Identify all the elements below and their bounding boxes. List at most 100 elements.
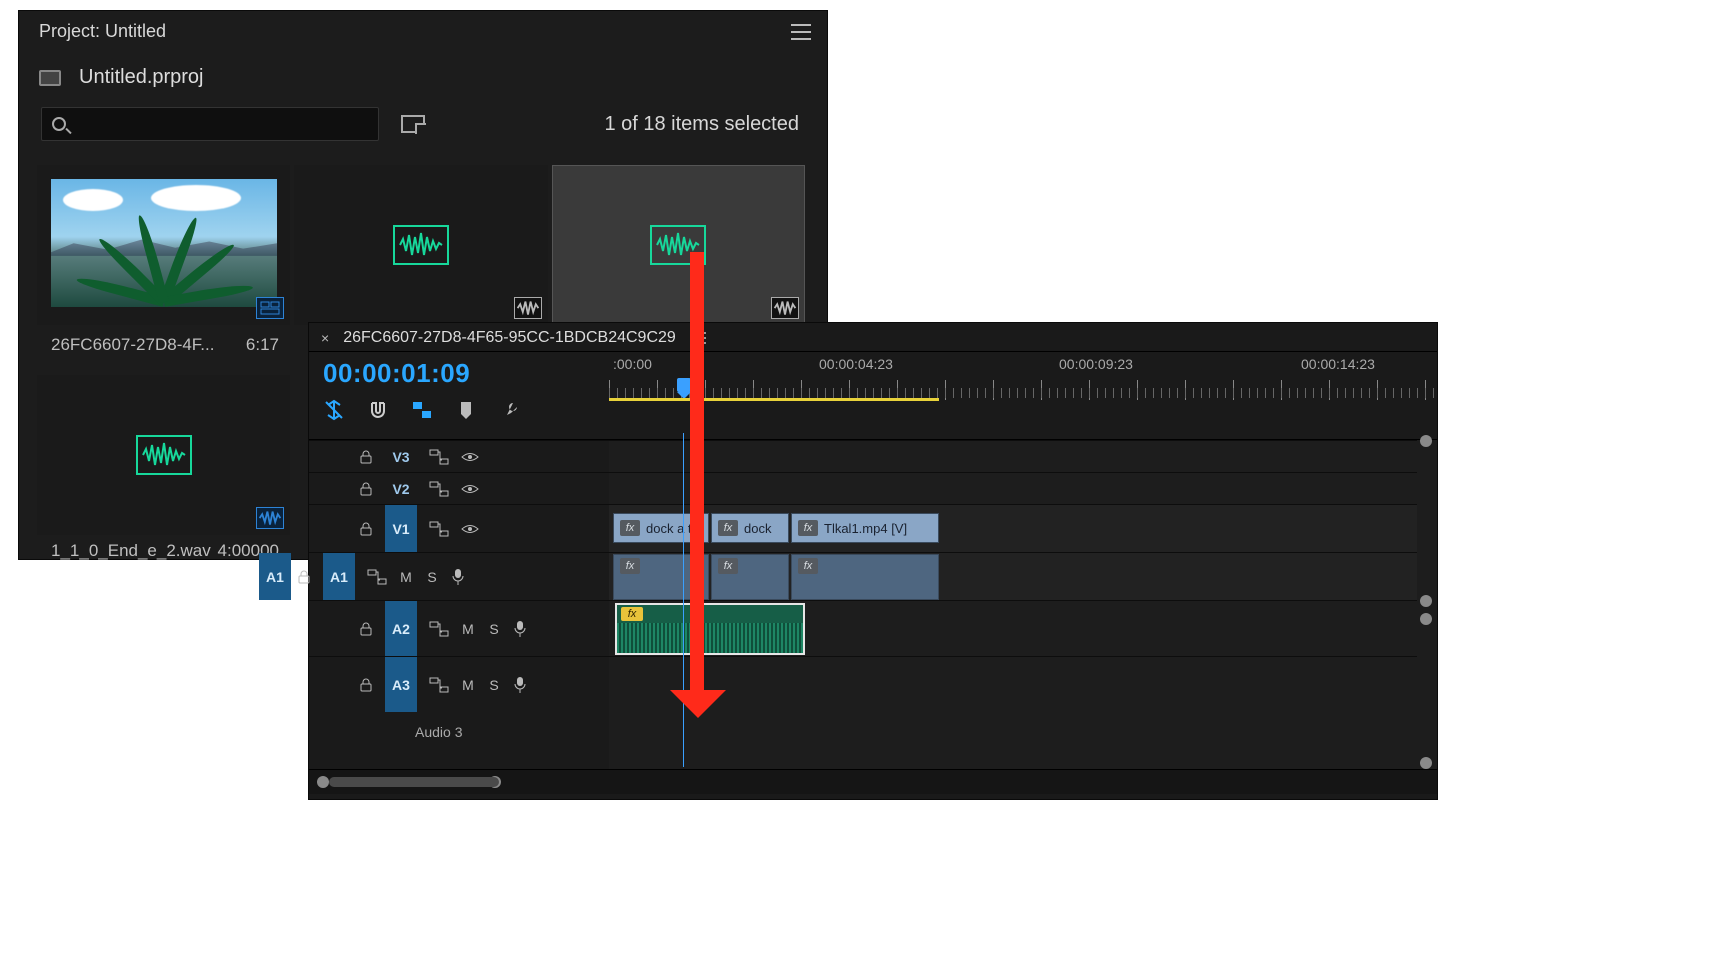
- close-tab-icon[interactable]: ×: [321, 330, 329, 346]
- zoom-handle-left[interactable]: [317, 776, 329, 788]
- vertical-zoom-scroll[interactable]: [1419, 435, 1433, 769]
- clip-label: Tlkal1.mp4 [V]: [824, 521, 907, 536]
- panel-menu-icon[interactable]: [791, 24, 811, 40]
- track-name-a3: Audio 3: [359, 724, 609, 740]
- track-label[interactable]: V1: [385, 505, 417, 552]
- bin-item-caption: 26FC6607-27D8-4F... 6:17: [37, 329, 293, 375]
- lock-icon[interactable]: [359, 522, 373, 536]
- time-ruler[interactable]: :00:00 00:00:04:23 00:00:09:23 00:00:14:…: [609, 352, 1437, 358]
- mute-toggle[interactable]: M: [461, 621, 475, 637]
- audio-clip[interactable]: fx: [791, 554, 939, 600]
- bin-item-name: 26FC6607-27D8-4F...: [51, 335, 214, 355]
- search-icon: [52, 117, 66, 131]
- timeline-controls-left: 00:00:01:09: [309, 352, 609, 421]
- voiceover-mic-icon[interactable]: [451, 568, 465, 586]
- track-label[interactable]: A3: [385, 657, 417, 712]
- track-header-a1[interactable]: A1 A1 M S: [309, 552, 609, 600]
- current-timecode[interactable]: 00:00:01:09: [323, 358, 609, 389]
- horizontal-zoom-scroll[interactable]: [309, 770, 1437, 794]
- lock-icon[interactable]: [297, 570, 311, 584]
- clip-label: dock a tl: [646, 521, 694, 536]
- project-panel-title: Project: Untitled: [39, 21, 166, 42]
- track-header-v3[interactable]: V3: [309, 440, 609, 472]
- ruler-label: :00:00: [613, 356, 652, 372]
- track-clip-area[interactable]: fx dock a tl fx dock fx Tlkal1.mp4 [V] f…: [609, 440, 1437, 769]
- new-bin-icon[interactable]: [401, 115, 425, 133]
- track-label[interactable]: A1: [323, 553, 355, 600]
- track-header-v2[interactable]: V2: [309, 472, 609, 504]
- work-area-bar[interactable]: [609, 398, 939, 401]
- settings-wrench-icon[interactable]: [499, 399, 521, 421]
- solo-toggle[interactable]: S: [487, 677, 501, 693]
- eye-icon[interactable]: [461, 522, 479, 536]
- mute-toggle[interactable]: M: [399, 569, 413, 585]
- sync-lock-icon[interactable]: [429, 449, 449, 465]
- eye-icon[interactable]: [461, 482, 479, 496]
- lock-icon[interactable]: [359, 678, 373, 692]
- sync-lock-icon[interactable]: [429, 621, 449, 637]
- annotation-arrow: [690, 252, 704, 702]
- track-header-a2[interactable]: A2 M S: [309, 600, 609, 656]
- dropped-audio-clip[interactable]: fx: [615, 603, 805, 655]
- sync-lock-icon[interactable]: [367, 569, 387, 585]
- eye-icon[interactable]: [461, 450, 479, 464]
- track-header-a3[interactable]: A3 M S Audio 3: [309, 656, 609, 712]
- fx-badge-icon: fx: [718, 558, 738, 574]
- zoom-handle[interactable]: [1420, 613, 1432, 625]
- playhead[interactable]: [677, 378, 691, 392]
- project-breadcrumb: Untitled.prproj: [19, 48, 827, 101]
- marker-icon[interactable]: [455, 399, 477, 421]
- search-input[interactable]: [41, 107, 379, 141]
- solo-toggle[interactable]: S: [487, 621, 501, 637]
- voiceover-mic-icon[interactable]: [513, 620, 527, 638]
- waveform-icon: [136, 435, 192, 475]
- video-clip[interactable]: fx Tlkal1.mp4 [V]: [791, 513, 939, 543]
- track-label: V3: [385, 449, 417, 465]
- media-bin-grid: [19, 147, 827, 325]
- lock-icon[interactable]: [359, 450, 373, 464]
- track-header-v1[interactable]: V1: [309, 504, 609, 552]
- mute-toggle[interactable]: M: [461, 677, 475, 693]
- solo-toggle[interactable]: S: [425, 569, 439, 585]
- audio-clip[interactable]: fx: [711, 554, 789, 600]
- selection-status: 1 of 18 items selected: [604, 113, 799, 136]
- video-thumbnail: [51, 179, 277, 307]
- fx-badge-icon: fx: [620, 558, 640, 574]
- bin-item-audio[interactable]: [37, 375, 290, 535]
- annotation-arrowhead: [670, 690, 726, 746]
- project-search-row: 1 of 18 items selected: [19, 101, 827, 147]
- zoom-handle[interactable]: [1420, 595, 1432, 607]
- bin-item-caption: 1_1_0_End_e_2.wav 4:00000: [37, 535, 293, 581]
- zoom-thumb[interactable]: [329, 777, 499, 787]
- source-patch-a1[interactable]: A1: [259, 553, 291, 600]
- bin-icon[interactable]: [39, 70, 61, 86]
- lock-icon[interactable]: [359, 622, 373, 636]
- project-file-name: Untitled.prproj: [79, 66, 204, 89]
- fx-badge-icon: fx: [798, 558, 818, 574]
- zoom-handle[interactable]: [1420, 757, 1432, 769]
- linked-selection-icon[interactable]: [411, 399, 433, 421]
- zoom-handle[interactable]: [1420, 435, 1432, 447]
- sequence-tab-name[interactable]: 26FC6607-27D8-4F65-95CC-1BDCB24C9C29: [343, 329, 676, 347]
- waveform-display: [617, 623, 803, 653]
- palm-illustration: [64, 229, 264, 307]
- bin-item-audio-selected[interactable]: [552, 165, 805, 325]
- video-clip[interactable]: fx dock: [711, 513, 789, 543]
- timeline-header: 00:00:01:09 :00:00: [309, 352, 1437, 440]
- track-headers: V3 V2 V1 A1 A1 M S: [309, 440, 609, 769]
- snap-magnet-icon[interactable]: [367, 399, 389, 421]
- timeline-tabbar: × 26FC6607-27D8-4F65-95CC-1BDCB24C9C29: [309, 323, 1437, 352]
- lock-icon[interactable]: [359, 482, 373, 496]
- bin-item-sequence[interactable]: [37, 165, 290, 325]
- ruler-label: 00:00:14:23: [1301, 356, 1375, 372]
- sync-lock-icon[interactable]: [429, 481, 449, 497]
- waveform-icon: [393, 225, 449, 265]
- project-panel-header: Project: Untitled: [19, 11, 827, 48]
- bin-item-audio[interactable]: [294, 165, 547, 325]
- voiceover-mic-icon[interactable]: [513, 676, 527, 694]
- audio-badge-icon: [514, 297, 542, 319]
- track-label[interactable]: A2: [385, 601, 417, 656]
- sync-lock-icon[interactable]: [429, 521, 449, 537]
- sync-lock-icon[interactable]: [429, 677, 449, 693]
- insert-mode-icon[interactable]: [323, 399, 345, 421]
